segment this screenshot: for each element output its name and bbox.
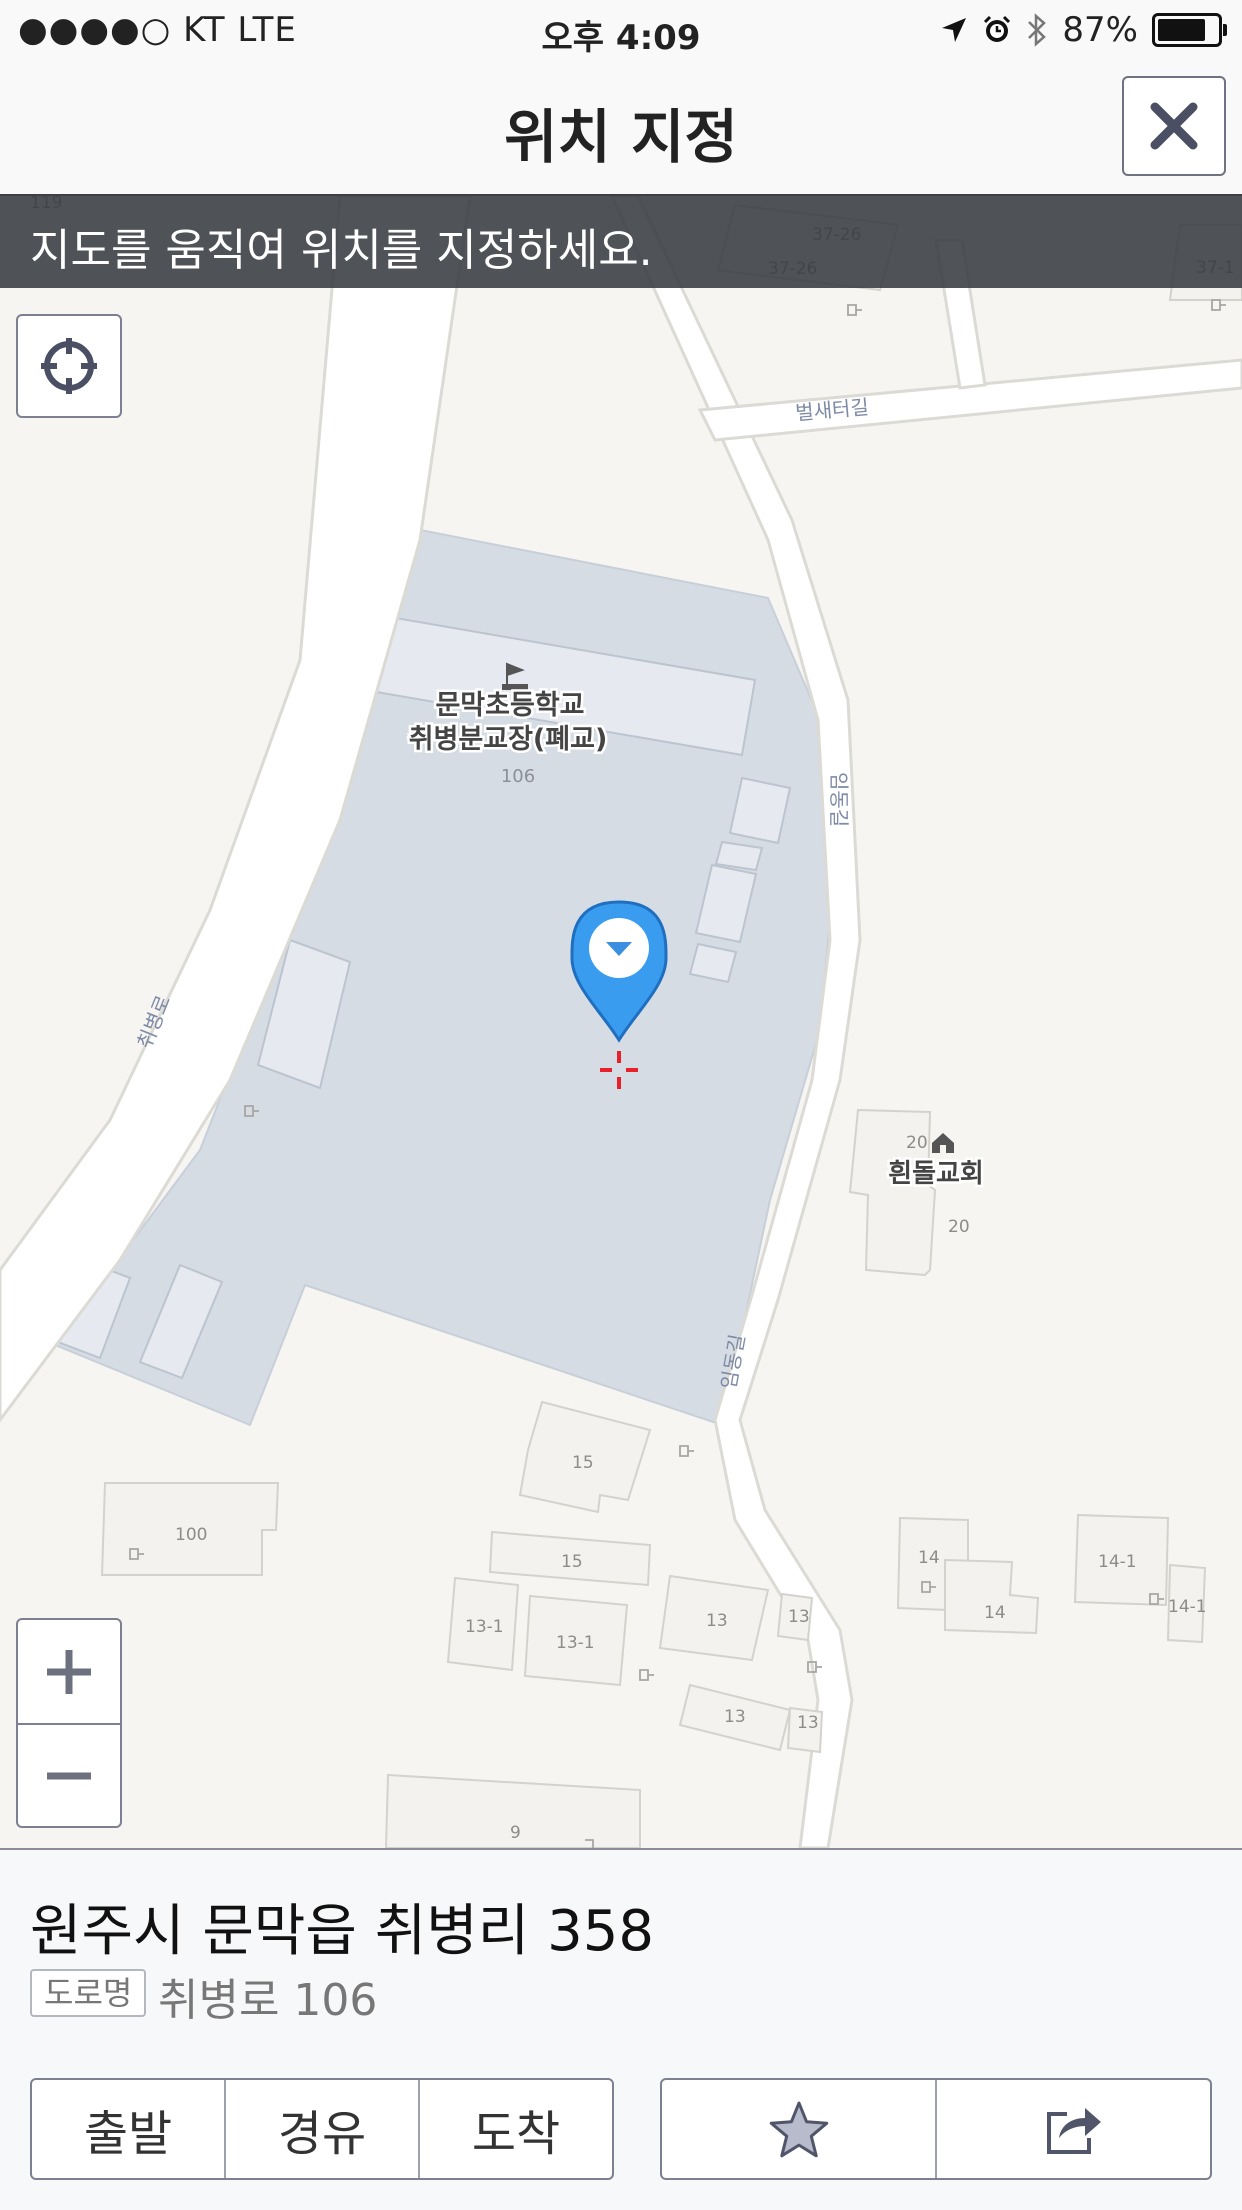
- lot-number: 20: [906, 1133, 928, 1153]
- share-icon: [1046, 2108, 1101, 2154]
- road-label: 임동길: [827, 772, 851, 827]
- zoom-in-button[interactable]: [18, 1620, 120, 1725]
- location-info-panel: 원주시 문막읍 취병리 358 도로명 취병로 106 출발 경유 도착: [0, 1848, 1242, 2210]
- lot-number: 14-1: [1098, 1552, 1137, 1572]
- lot-number: 14-1: [1168, 1597, 1207, 1617]
- school-name-label: 문막초등학교: [435, 690, 584, 721]
- current-location-button[interactable]: [16, 314, 122, 418]
- road-name-badge: 도로명: [30, 1969, 147, 2017]
- minus-icon: [47, 1772, 91, 1779]
- route-buttons: 출발 경유 도착: [30, 2078, 614, 2180]
- school-sub-label: 취병분교장(폐교): [409, 724, 608, 755]
- status-bar: ●●●●○ KT LTE 오후 4:09 87%: [0, 0, 1242, 62]
- star-icon: [769, 2101, 828, 2158]
- alarm-icon: [984, 15, 1011, 42]
- lot-number: 13: [788, 1607, 810, 1627]
- lot-number: 13: [724, 1707, 746, 1727]
- zoom-out-button[interactable]: [18, 1724, 120, 1826]
- battery-icon: [1152, 13, 1227, 47]
- battery-percent: 87%: [1062, 10, 1138, 50]
- lot-number: 13: [706, 1611, 728, 1631]
- close-button[interactable]: [1122, 76, 1226, 176]
- lot-number: 15: [572, 1453, 594, 1473]
- nav-bar: 위치 지정: [0, 62, 1242, 196]
- crosshair-target-icon: [41, 338, 97, 394]
- favorite-button[interactable]: [662, 2080, 935, 2178]
- location-arrow-icon: [942, 18, 967, 42]
- lot-number: 13-1: [556, 1633, 595, 1653]
- status-right: 87%: [940, 10, 1227, 50]
- bluetooth-icon: [1028, 13, 1047, 47]
- lot-number: 15: [561, 1552, 583, 1572]
- close-icon: [1150, 102, 1198, 150]
- school-number-label: 106: [501, 766, 535, 787]
- building: [714, 840, 764, 872]
- via-button[interactable]: 경유: [224, 2080, 418, 2178]
- lot-number: 100: [175, 1525, 207, 1545]
- building: [728, 776, 792, 845]
- church-name-label: 흰돌교회: [888, 1159, 984, 1189]
- map-canvas[interactable]: 문막초등학교 취병분교장(폐교) 106 흰돌교회 취병로 벌새터길 임동길 임…: [0, 196, 1242, 1848]
- banner-text: 지도를 움직여 위치를 지정하세요.: [30, 225, 653, 276]
- zoom-controls: [16, 1618, 122, 1828]
- map-view[interactable]: 문막초등학교 취병분교장(폐교) 106 흰돌교회 취병로 벌새터길 임동길 임…: [0, 196, 1242, 1848]
- page-title: 위치 지정: [504, 103, 738, 171]
- lot-number: 14: [918, 1548, 940, 1568]
- lot-number: 9: [510, 1823, 521, 1843]
- road-address-text: 취병로 106: [158, 1975, 378, 2026]
- lot-number: 20: [948, 1217, 970, 1237]
- lot-number: 13-1: [465, 1617, 504, 1637]
- instruction-banner: 지도를 움직여 위치를 지정하세요.: [0, 196, 1242, 288]
- lot-number: 13: [797, 1713, 819, 1733]
- action-buttons: [660, 2078, 1212, 2180]
- arrive-button[interactable]: 도착: [418, 2080, 612, 2178]
- plus-icon: [47, 1649, 91, 1694]
- building: [688, 942, 738, 984]
- lot-number: 14: [984, 1603, 1006, 1623]
- address-text: 원주시 문막읍 취병리 358: [30, 1899, 654, 1964]
- start-button[interactable]: 출발: [32, 2080, 224, 2178]
- share-button[interactable]: [935, 2080, 1210, 2178]
